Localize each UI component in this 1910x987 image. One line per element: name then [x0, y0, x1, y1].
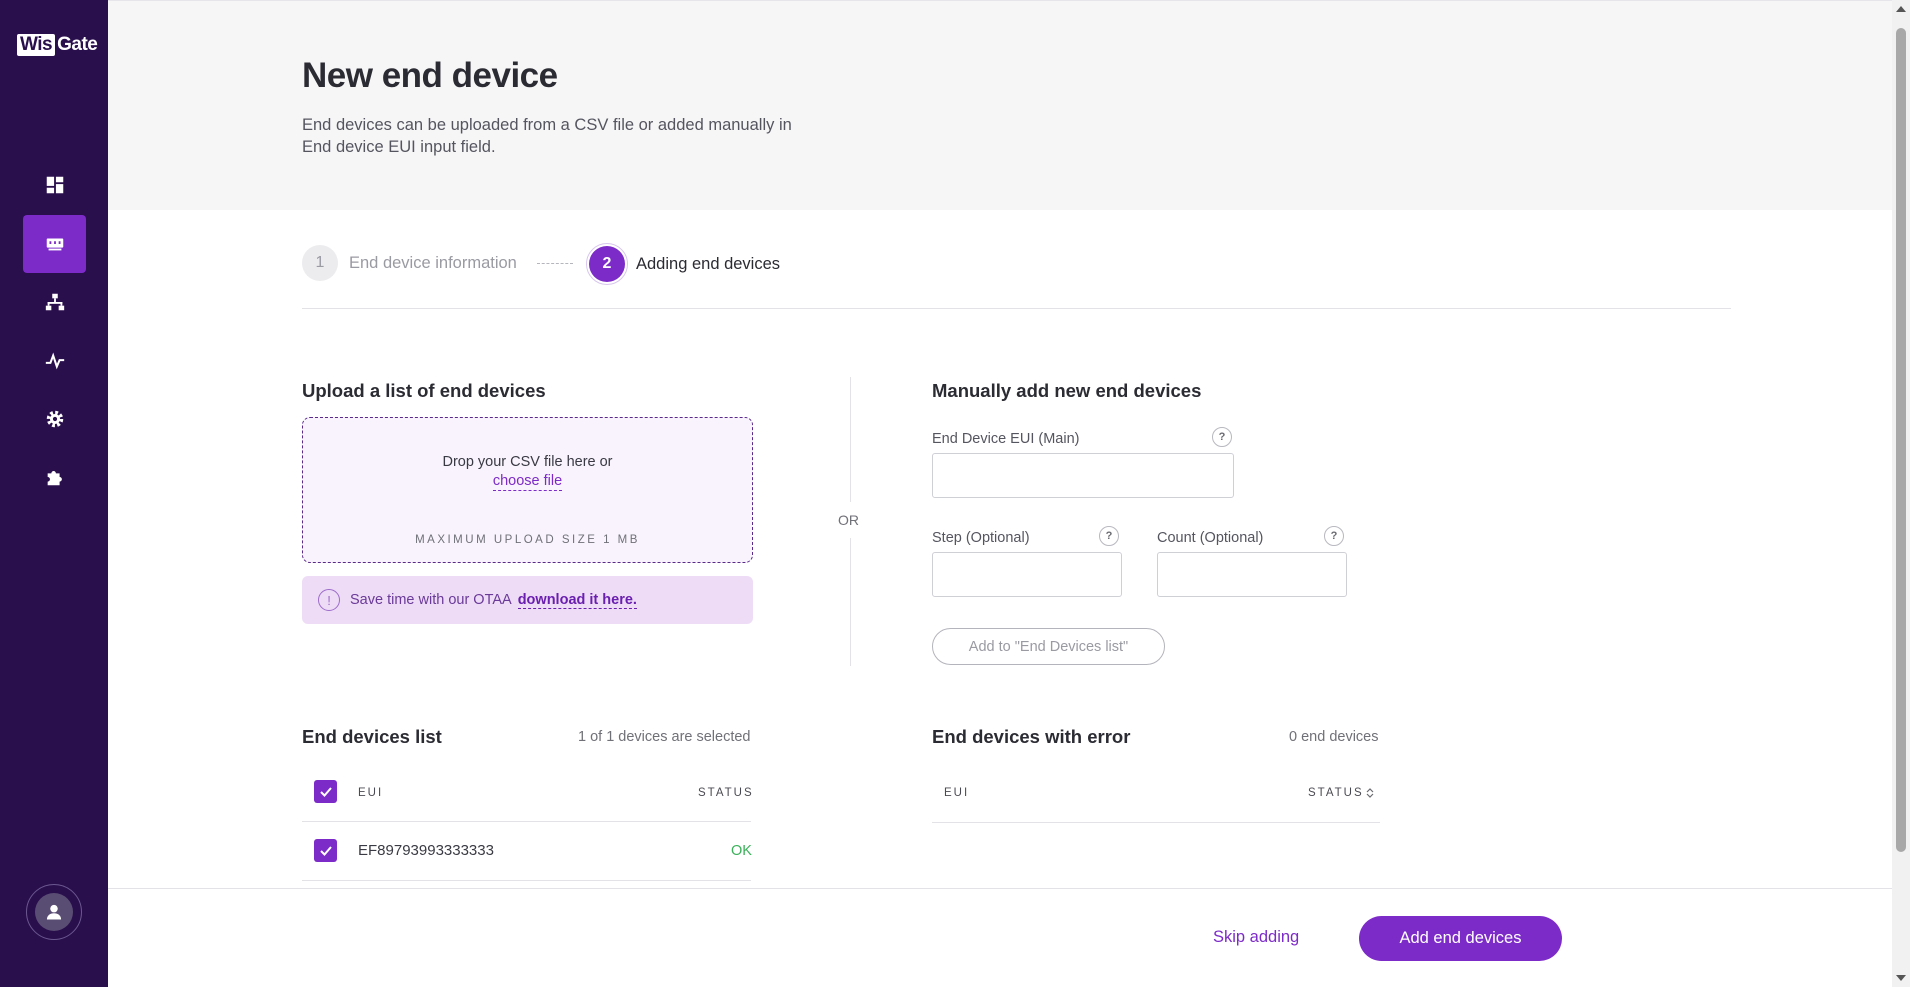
sort-icon[interactable]: [1365, 787, 1375, 799]
count-input[interactable]: [1157, 552, 1347, 597]
stepper-connector: [537, 263, 573, 264]
stepper-divider: [302, 308, 1731, 309]
step-field-label: Step (Optional): [932, 530, 1030, 546]
upload-section-title: Upload a list of end devices: [302, 380, 546, 401]
sidebar-item-extensions[interactable]: [23, 448, 86, 506]
or-label: OR: [838, 512, 859, 528]
gateway-icon: [46, 238, 63, 251]
step-2-number: 2: [589, 246, 625, 282]
scroll-thumb[interactable]: [1896, 28, 1906, 852]
check-icon: [319, 786, 332, 797]
errors-list-title: End devices with error: [932, 726, 1131, 747]
choose-file-link[interactable]: choose file: [492, 473, 563, 491]
step-1-number: 1: [302, 245, 338, 281]
step-help-icon[interactable]: ?: [1099, 526, 1119, 546]
csv-dropzone[interactable]: Drop your CSV file here or choose file M…: [302, 417, 753, 563]
eui-field-label: End Device EUI (Main): [932, 431, 1080, 447]
dashboard-icon: [46, 176, 63, 194]
info-icon: !: [318, 589, 340, 611]
devices-col-status: STATUS: [698, 787, 754, 799]
manual-section-title: Manually add new end devices: [932, 380, 1202, 401]
max-upload-size: MAXIMUM UPLOAD SIZE 1 MB: [415, 534, 640, 546]
stepper-step-1[interactable]: 1 End device information: [302, 245, 517, 281]
user-icon: [46, 904, 62, 920]
row-checkbox[interactable]: [314, 839, 337, 862]
sidebar-item-gateway[interactable]: [23, 215, 86, 273]
errors-col-status[interactable]: STATUS: [1308, 787, 1364, 799]
scroll-up-icon[interactable]: [1896, 6, 1906, 12]
count-field-label: Count (Optional): [1157, 530, 1264, 546]
user-avatar[interactable]: [26, 884, 82, 940]
devices-selected-count: 1 of 1 devices are selected: [578, 729, 751, 745]
scroll-down-icon[interactable]: [1896, 975, 1906, 981]
otaa-banner: ! Save time with our OTAA download it he…: [302, 576, 753, 624]
logo-part1: Wis: [17, 34, 56, 56]
divider-top: [850, 377, 851, 502]
wisgate-logo[interactable]: Wis Gate: [17, 34, 98, 56]
devices-row-rule: [302, 880, 751, 881]
devices-header-rule: [302, 821, 751, 822]
eui-help-icon[interactable]: ?: [1212, 427, 1232, 447]
errors-header-rule: [932, 822, 1380, 823]
drop-text: Drop your CSV file here or: [442, 454, 613, 470]
step-2-label: Adding end devices: [636, 254, 781, 273]
page-description: End devices can be uploaded from a CSV f…: [302, 116, 792, 156]
select-all-checkbox[interactable]: [314, 780, 337, 803]
sidebar: Wis Gate: [0, 0, 108, 987]
devices-col-eui: EUI: [358, 787, 384, 799]
otaa-text: Save time with our OTAA: [350, 592, 512, 608]
skip-adding-button[interactable]: Skip adding: [1213, 928, 1299, 947]
page-title: New end device: [302, 56, 558, 95]
sidebar-item-settings[interactable]: [23, 390, 86, 448]
gear-icon: [46, 410, 63, 428]
devices-list-title: End devices list: [302, 726, 442, 747]
row-eui: EF89793993333333: [358, 842, 494, 859]
step-input[interactable]: [932, 552, 1122, 597]
otaa-download-link[interactable]: download it here.: [517, 592, 637, 609]
sidebar-item-network[interactable]: [23, 273, 86, 331]
errors-count: 0 end devices: [1289, 729, 1379, 745]
errors-col-eui: EUI: [944, 787, 970, 799]
puzzle-icon: [47, 471, 62, 486]
divider-bottom: [850, 538, 851, 666]
page-scrollbar[interactable]: [1892, 0, 1910, 987]
row-status: OK: [731, 843, 752, 859]
activity-icon: [45, 352, 64, 370]
check-icon: [319, 845, 332, 856]
network-icon: [45, 293, 64, 311]
sidebar-item-dashboard[interactable]: [23, 156, 86, 214]
footer-bar: [108, 888, 1892, 987]
eui-input[interactable]: [932, 453, 1234, 498]
step-1-label: End device information: [349, 253, 517, 272]
count-help-icon[interactable]: ?: [1324, 526, 1344, 546]
logo-part2: Gate: [57, 34, 98, 55]
stepper-step-2: 2 Adding end devices: [586, 243, 780, 285]
add-end-devices-button[interactable]: Add end devices: [1359, 916, 1562, 961]
add-to-list-button[interactable]: Add to "End Devices list": [932, 628, 1165, 665]
page-header: [108, 0, 1892, 210]
sidebar-item-activity[interactable]: [23, 332, 86, 390]
